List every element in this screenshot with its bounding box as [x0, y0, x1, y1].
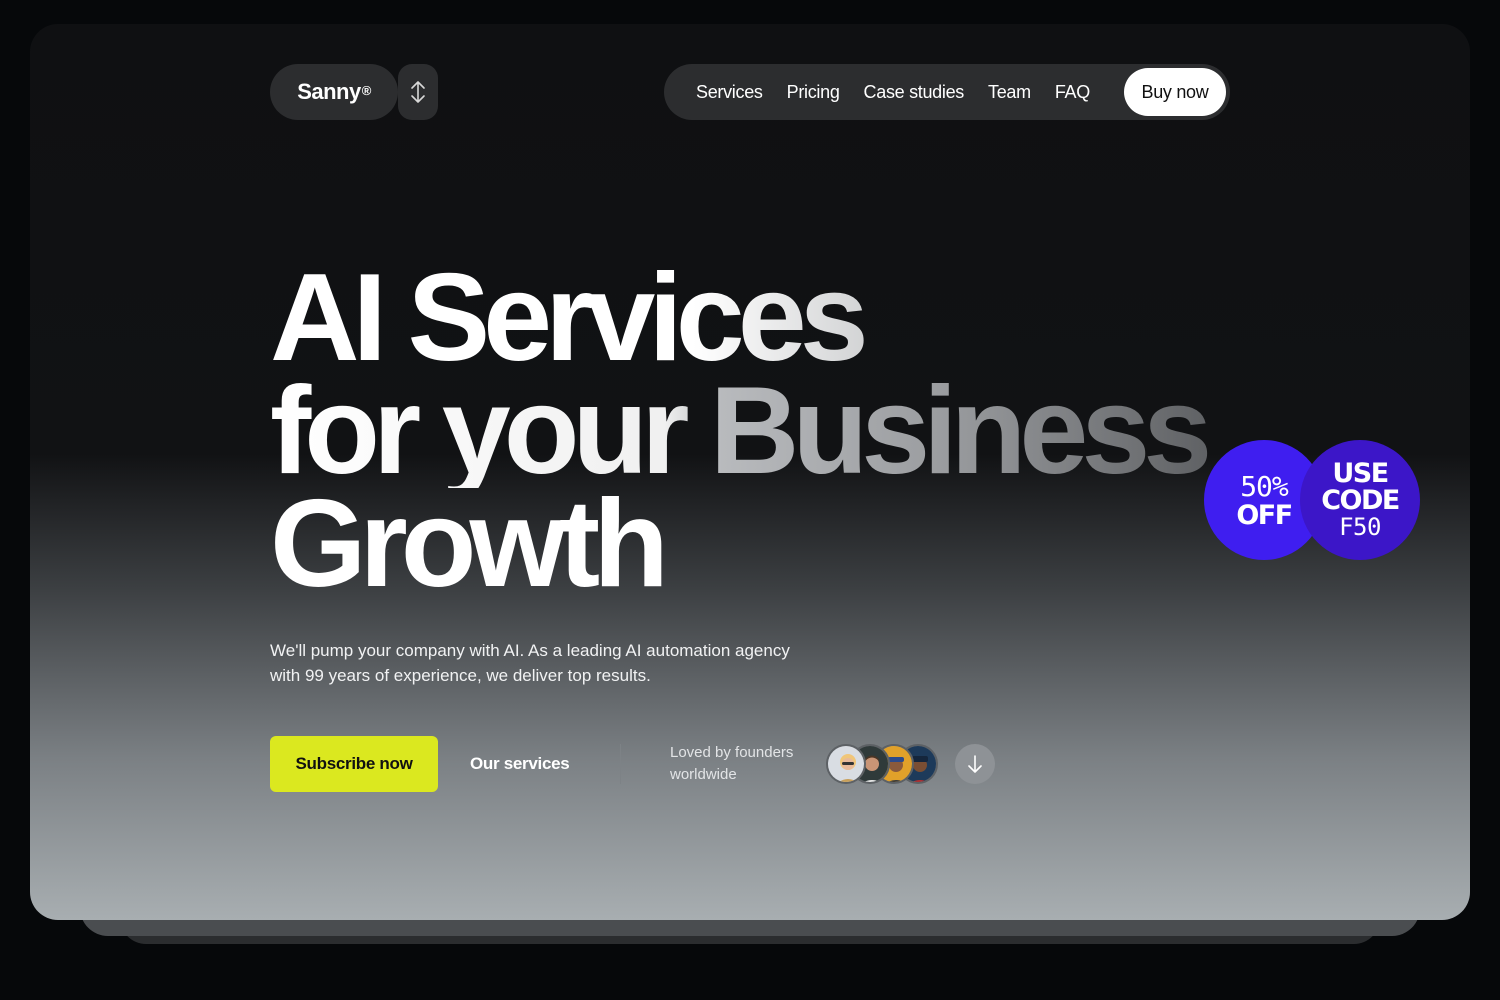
- social-proof-line-1: Loved by founders: [670, 744, 794, 761]
- social-proof-line-2: worldwide: [670, 766, 737, 783]
- promo-code-label: CODE: [1321, 484, 1400, 516]
- theme-switch-button[interactable]: [398, 64, 438, 120]
- avatar: [826, 744, 866, 784]
- nav-item-pricing[interactable]: Pricing: [787, 82, 840, 103]
- hero-description-line-1: We'll pump your company with AI. As a le…: [270, 641, 790, 660]
- hero-description: We'll pump your company with AI. As a le…: [270, 638, 850, 688]
- nav-item-case-studies[interactable]: Case studies: [864, 82, 965, 103]
- nav-item-faq[interactable]: FAQ: [1055, 82, 1090, 103]
- headline-line-1: AI Services: [270, 256, 1210, 380]
- switch-arrows-icon: [411, 81, 425, 103]
- hero-headline: AI Services for your Business Growth: [270, 256, 1210, 606]
- arrow-down-icon: [968, 755, 982, 773]
- nav-item-team[interactable]: Team: [988, 82, 1031, 103]
- brand-registered-mark: ®: [361, 82, 372, 98]
- brand-logo[interactable]: Sanny ®: [270, 64, 398, 120]
- promo-code-badge[interactable]: USE CODE F50: [1300, 440, 1420, 560]
- our-services-link[interactable]: Our services: [470, 736, 570, 792]
- divider: [620, 744, 621, 784]
- subscribe-button[interactable]: Subscribe now: [270, 736, 438, 792]
- brand-name: Sanny: [297, 79, 361, 104]
- nav-item-services[interactable]: Services: [696, 82, 763, 103]
- discount-percent: 50%: [1240, 469, 1289, 503]
- headline-line-3: Growth: [270, 482, 1210, 606]
- social-proof-text: Loved by founders worldwide: [670, 742, 820, 786]
- promo-code-value: F50: [1339, 512, 1381, 541]
- headline-line-2b: Business: [709, 362, 1206, 500]
- buy-now-button[interactable]: Buy now: [1124, 68, 1226, 116]
- discount-off: OFF: [1236, 499, 1293, 531]
- hero-description-line-2: with 99 years of experience, we deliver …: [270, 666, 651, 685]
- promo-use: USE: [1332, 457, 1389, 489]
- scroll-down-button[interactable]: [955, 744, 995, 784]
- headline-line-2: for your Business: [270, 375, 1210, 488]
- main-nav: Services Pricing Case studies Team FAQ B…: [664, 64, 1230, 120]
